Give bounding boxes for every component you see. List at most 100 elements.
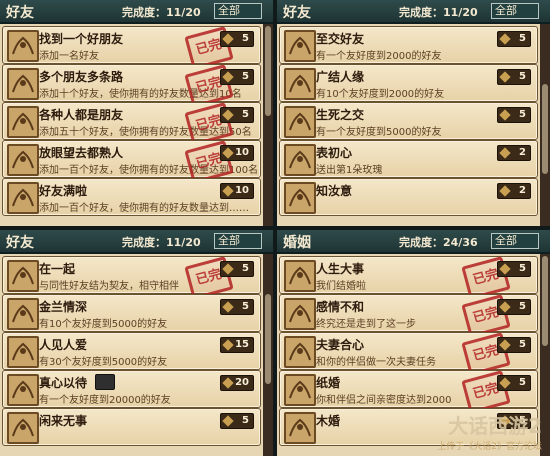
reward-gem-icon: [222, 339, 234, 351]
achievement-emblem-icon: [7, 336, 39, 368]
achievement-title: 感情不和: [316, 300, 365, 314]
achievement-title: 人生大事: [316, 262, 365, 276]
achievement-row[interactable]: 至交好友 有一个友好度到2000的好友 5: [279, 26, 538, 64]
achievement-title: 知汝意: [316, 184, 353, 198]
reward-points: 5: [519, 301, 526, 312]
reward-badge: 5: [497, 261, 531, 277]
achievement-emblem-icon: [7, 106, 39, 138]
reward-badge: 5: [497, 299, 531, 315]
achievement-title: 至交好友: [316, 32, 365, 46]
achievement-row[interactable]: 纸婚 你和伴侣之间亲密度达到2000 已完成 5: [279, 370, 538, 427]
reward-badge: 10: [220, 183, 254, 199]
scrollbar[interactable]: [540, 24, 550, 226]
achievement-row[interactable]: 广结人缘有10个友好度到2000的好友 5: [279, 64, 538, 102]
achievement-description: 有一个友好度到5000的好友: [316, 127, 442, 138]
scrollbar-thumb[interactable]: [265, 294, 271, 384]
achievement-description: 和你的伴侣做一次夫妻任务: [316, 357, 436, 368]
reward-gem-icon: [499, 263, 511, 275]
reward-gem-icon: [499, 109, 511, 121]
panel-title: 好友: [6, 235, 34, 251]
achievement-row[interactable]: 人见人爱 有30个友好度到5000的好友 15: [2, 332, 261, 370]
achievement-row[interactable]: 在一起 与同性好友结为契友，相守相伴 已完成 5: [2, 256, 261, 313]
achievement-emblem-icon: [284, 260, 316, 292]
reward-points: 5: [242, 301, 249, 312]
reward-badge: 2: [497, 183, 531, 199]
reward-badge: 5: [220, 261, 254, 277]
panel-title: 好友: [6, 5, 34, 21]
achievement-emblem-icon: [284, 144, 316, 176]
achievement-row[interactable]: 放眼望去都熟人 添加一百个好友，使你拥有的好友数量达到100名 已完成 10: [2, 140, 261, 197]
filter-dropdown[interactable]: 全部: [491, 233, 539, 249]
achievement-emblem-icon: [284, 30, 316, 62]
reward-gem-icon: [222, 109, 234, 121]
reward-badge: 5: [497, 31, 531, 47]
scrollbar[interactable]: [263, 24, 273, 226]
achievement-description: 有一个友好度到20000的好友: [39, 395, 171, 406]
achievement-title: 各种人都是朋友: [39, 108, 124, 122]
achievement-list: 找到一个好朋友 添加一名好友 已完成 5 多个朋友多条路 添加十个好友，使你拥有的好友数量…: [0, 24, 263, 226]
achievement-description: 有10个友好度到2000的好友: [316, 89, 445, 100]
achievement-row[interactable]: 金兰情深 有10个友好度到5000的好友 5: [2, 294, 261, 332]
achievement-row[interactable]: 表初心 送出第1朵玫瑰 2: [279, 140, 538, 178]
achievement-list: 在一起 与同性好友结为契友，相守相伴 已完成 5 金兰情深 有10个友好度到5000的好友…: [0, 254, 263, 456]
completion-progress: 完成度：24/36: [399, 236, 478, 249]
achievement-row[interactable]: 知汝意 2: [279, 178, 538, 216]
filter-dropdown[interactable]: 全部: [214, 3, 262, 19]
watermark: 大话西游2 上传于《大话2》官方论坛: [382, 410, 542, 452]
reward-badge: 5: [497, 69, 531, 85]
reward-gem-icon: [499, 33, 511, 45]
achievement-description: 送出第1朵玫瑰: [316, 165, 383, 176]
achievement-row[interactable]: 各种人都是朋友 添加五十个好友，使你拥有的好友数量达到50名 已完成 5: [2, 102, 261, 159]
scrollbar-thumb[interactable]: [265, 26, 271, 116]
scrollbar[interactable]: [263, 254, 273, 456]
filter-dropdown[interactable]: 全部: [214, 233, 262, 249]
reward-points: 2: [519, 185, 526, 196]
reward-points: 5: [519, 71, 526, 82]
achievement-row[interactable]: 闲来无事 5: [2, 408, 261, 446]
reward-badge: 5: [220, 413, 254, 429]
achievement-emblem-icon: [284, 298, 316, 330]
reward-points: 5: [242, 263, 249, 274]
panel-header: 婚姻 完成度：24/36 全部: [277, 230, 550, 254]
scrollbar-thumb[interactable]: [542, 84, 548, 174]
reward-badge: 5: [220, 107, 254, 123]
achievement-emblem-icon: [7, 374, 39, 406]
reward-points: 5: [242, 109, 249, 120]
achievement-list: 至交好友 有一个友好度到2000的好友 5 广结人缘 有10个友好度到2000的好友 5 生…: [277, 24, 540, 226]
achievement-emblem-icon: [7, 144, 39, 176]
achievement-emblem-icon: [7, 30, 39, 62]
filter-dropdown[interactable]: 全部: [491, 3, 539, 19]
reward-gem-icon: [499, 377, 511, 389]
achievement-title: 多个朋友多条路: [39, 70, 124, 84]
achievement-row[interactable]: 好友满啦 添加一百个好友，使你拥有的好友数量达到…… 10: [2, 178, 261, 216]
achievement-row[interactable]: 生死之交有一个友好度到5000的好友 5: [279, 102, 538, 140]
panel-header: 好友 完成度：11/20 全部: [277, 0, 550, 24]
reward-points: 2: [519, 147, 526, 158]
reward-points: 5: [242, 71, 249, 82]
reward-gem-icon: [499, 301, 511, 313]
scrollbar-thumb[interactable]: [542, 256, 548, 346]
reward-gem-icon: [499, 147, 511, 159]
reward-gem-icon: [499, 185, 511, 197]
watermark-logo: 大话西游2: [448, 414, 542, 438]
reward-points: 5: [519, 109, 526, 120]
achievement-row[interactable]: 感情不和 终究还是走到了这一步 已完成 5: [279, 294, 538, 351]
reward-points: 5: [519, 377, 526, 388]
treasure-chest-icon[interactable]: [95, 374, 115, 390]
achievement-row[interactable]: 找到一个好朋友 添加一名好友 已完成 5: [2, 26, 261, 83]
reward-gem-icon: [222, 33, 234, 45]
achievement-title: 生死之交: [316, 108, 365, 122]
achievement-row[interactable]: 多个朋友多条路 添加十个好友，使你拥有的好友数量达到10名 已完成 5: [2, 64, 261, 121]
reward-points: 5: [519, 339, 526, 350]
watermark-caption: 上传于《大话2》官方论坛: [437, 442, 542, 452]
achievement-row[interactable]: 真心以待 有一个友好度到20000的好友 20: [2, 370, 261, 408]
achievement-description: 我们结婚啦: [316, 281, 366, 292]
achievement-title: 放眼望去都熟人: [39, 146, 124, 160]
marriage-panel: 婚姻 完成度：24/36 全部 人生大事 我们结婚啦 已完成 5 感情不和 终究还是走到了…: [277, 230, 550, 456]
achievement-row[interactable]: 夫妻合心 和你的伴侣做一次夫妻任务 已完成 5: [279, 332, 538, 389]
reward-badge: 5: [497, 337, 531, 353]
completion-progress: 完成度：11/20: [399, 6, 478, 19]
reward-points: 10: [235, 185, 249, 196]
achievement-row[interactable]: 人生大事 我们结婚啦 已完成 5: [279, 256, 538, 313]
achievement-title: 广结人缘: [316, 70, 365, 84]
